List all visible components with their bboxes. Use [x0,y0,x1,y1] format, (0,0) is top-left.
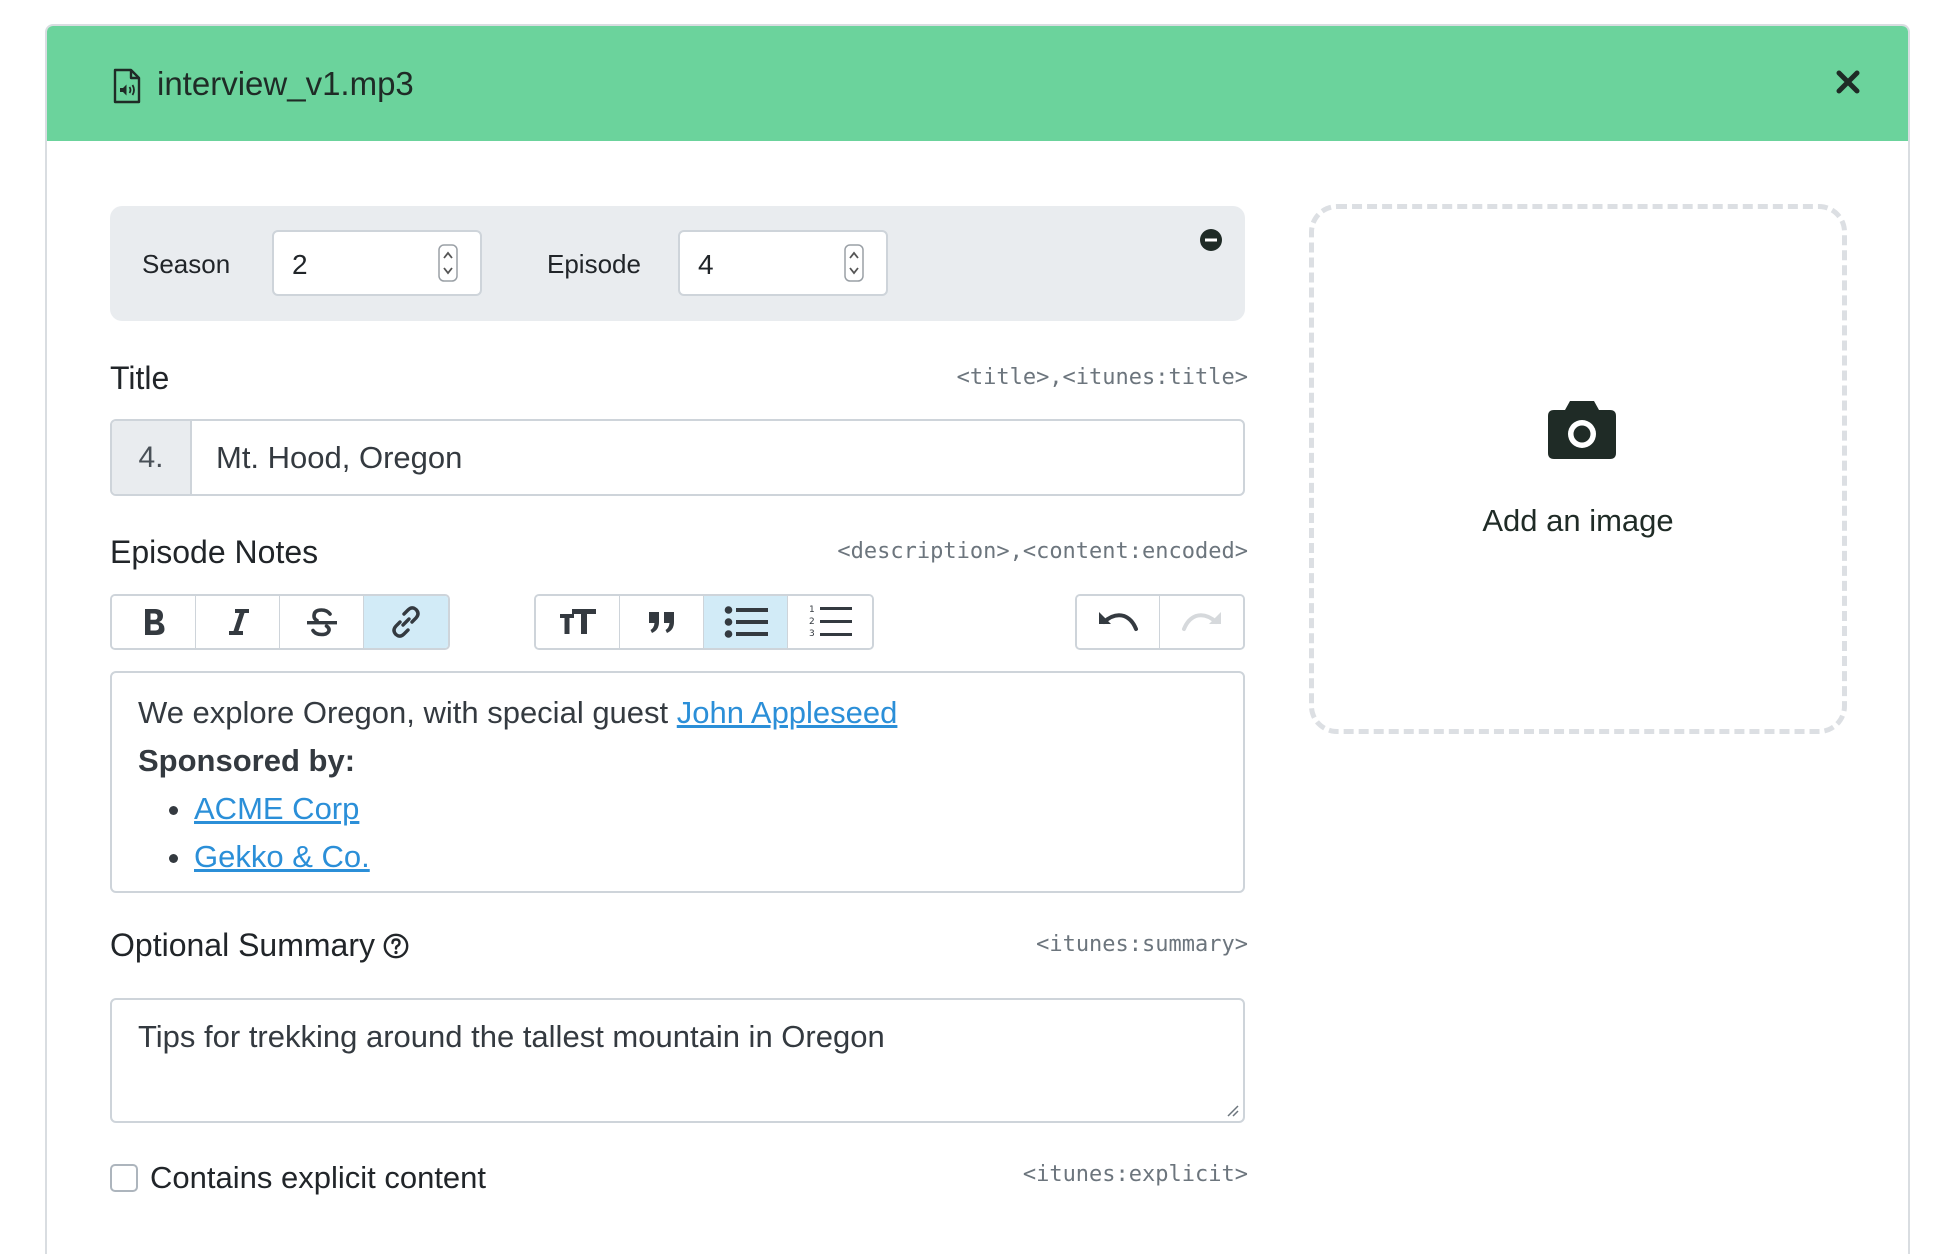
link-button[interactable] [364,596,448,648]
title-input[interactable]: Mt. Hood, Oregon [192,421,1243,494]
redo-button[interactable] [1160,596,1243,648]
undo-icon [1099,612,1138,631]
bullet-list-button[interactable] [704,596,788,648]
episode-notes-editor[interactable]: We explore Oregon, with special guest Jo… [110,671,1245,893]
summary-textarea[interactable]: Tips for trekking around the tallest mou… [110,998,1245,1123]
guest-link[interactable]: John Appleseed [677,695,898,730]
format-toolbar-group [110,594,450,650]
svg-text:1: 1 [809,605,815,615]
explicit-tag-hint: <itunes:explicit> [1022,1162,1248,1187]
italic-button[interactable] [196,596,280,648]
svg-text:2: 2 [809,617,815,627]
italic-icon [228,609,249,635]
notes-intro-text: We explore Oregon, with special guest [138,695,677,730]
audio-file-icon [113,68,141,104]
explicit-checkbox[interactable] [110,1164,138,1192]
numbered-list-icon: 1 2 3 [809,605,852,639]
season-value: 2 [292,249,308,280]
season-label: Season [142,249,231,279]
bold-icon [144,609,164,635]
heading-button[interactable] [536,596,620,648]
sponsored-heading: Sponsored by: [138,743,356,778]
bullet-list-icon [724,606,768,638]
add-image-text: Add an image [1482,503,1674,538]
explicit-label[interactable]: Contains explicit content [150,1158,486,1198]
episode-notes-label: Episode Notes [110,534,319,570]
strikethrough-button[interactable] [280,596,364,648]
episode-notes-tag-hint: <description>,<content:encoded> [837,539,1248,564]
episode-editor-modal: interview_v1.mp3 Season 2 Episode 4 Titl… [45,24,1910,1254]
block-toolbar-group: 1 2 3 [534,594,874,650]
episode-input[interactable]: 4 [678,230,888,296]
quote-icon [648,612,674,633]
season-stepper-icon[interactable] [438,244,458,282]
redo-icon [1181,612,1221,631]
episode-value: 4 [698,249,714,280]
list-item: ACME Corp [194,785,1217,833]
episode-stepper-icon[interactable] [844,244,864,282]
season-input[interactable]: 2 [272,230,482,296]
minus-circle-icon[interactable] [1199,228,1223,252]
episode-label: Episode [547,249,641,279]
history-toolbar-group [1075,594,1245,650]
undo-button[interactable] [1077,596,1160,648]
summary-label: Optional Summary [110,927,375,963]
summary-tag-hint: <itunes:summary> [1036,932,1248,957]
title-prefix: 4. [112,421,192,494]
modal-header: interview_v1.mp3 [47,26,1908,141]
close-icon[interactable] [1830,64,1866,100]
title-label: Title [110,360,170,396]
bold-button[interactable] [112,596,196,648]
link-icon [392,606,420,638]
camera-icon [1548,401,1616,459]
file-name-title: interview_v1.mp3 [157,65,414,102]
title-input-group[interactable]: 4. Mt. Hood, Oregon [110,419,1245,496]
sponsor-link-acme[interactable]: ACME Corp [194,791,359,826]
question-circle-icon[interactable] [383,933,409,959]
summary-text: Tips for trekking around the tallest mou… [138,1019,885,1054]
notes-intro-line: We explore Oregon, with special guest Jo… [138,689,1217,737]
sponsor-link-gekko[interactable]: Gekko & Co. [194,839,370,874]
resize-grip-icon[interactable] [1225,1103,1239,1117]
season-episode-panel: Season 2 Episode 4 [110,206,1245,321]
title-tag-hint: <title>,<itunes:title> [956,365,1248,390]
summary-label-wrapper: Optional Summary [110,925,409,965]
svg-text:3: 3 [809,629,815,639]
quote-button[interactable] [620,596,704,648]
numbered-list-button[interactable]: 1 2 3 [788,596,872,648]
list-item: Gekko & Co. [194,833,1217,881]
image-dropzone[interactable]: Add an image [1309,204,1847,734]
strikethrough-icon [306,608,337,637]
heading-icon [559,609,596,634]
sponsor-list: ACME Corp Gekko & Co. [138,785,1217,881]
